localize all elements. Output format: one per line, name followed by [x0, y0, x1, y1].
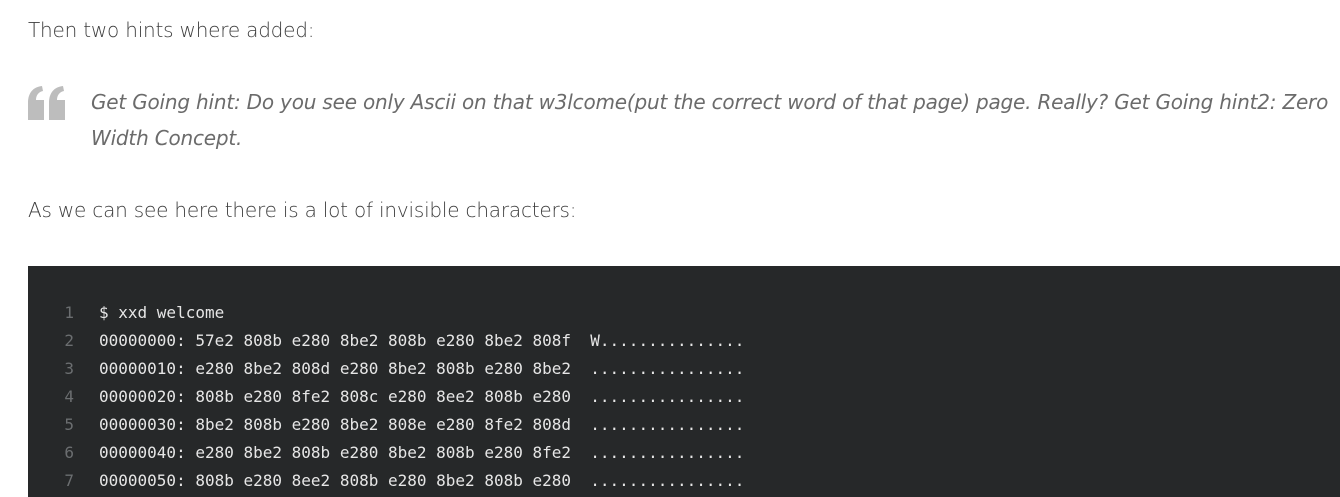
line-number: 6: [64, 443, 74, 462]
line-code: $ xxd welcome: [99, 303, 225, 322]
code-line: 6 00000040: e280 8be2 808b e280 8be2 808b…: [28, 439, 744, 467]
line-code: 00000040: e280 8be2 808b e280 8be2 808b …: [99, 443, 745, 462]
code-line: 1 $ xxd welcome: [28, 299, 744, 327]
line-number: 5: [64, 415, 74, 434]
quote-icon: [28, 86, 65, 120]
line-code: 00000050: 808b e280 8ee2 808b e280 8be2 …: [99, 471, 745, 490]
line-number: 2: [64, 331, 74, 350]
line-code: 00000030: 8be2 808b e280 8be2 808e e280 …: [99, 415, 745, 434]
code-line: 3 00000010: e280 8be2 808d e280 8be2 808b…: [28, 355, 744, 383]
intro-paragraph: Then two hints where added:: [28, 18, 315, 42]
code-line: 5 00000030: 8be2 808b e280 8be2 808e e280…: [28, 411, 744, 439]
code-lines: 1 $ xxd welcome 2 00000000: 57e2 808b e280…: [28, 299, 744, 495]
line-code: 00000010: e280 8be2 808d e280 8be2 808b …: [99, 359, 745, 378]
code-line: 2 00000000: 57e2 808b e280 8be2 808b e280…: [28, 327, 744, 355]
quote-text: Get Going hint: Do you see only Ascii on…: [91, 90, 1329, 150]
code-line: 7 00000050: 808b e280 8ee2 808b e280 8be2…: [28, 467, 744, 495]
line-number: 3: [64, 359, 74, 378]
invisible-paragraph: As we can see here there is a lot of inv…: [28, 198, 577, 222]
line-code: 00000020: 808b e280 8fe2 808c e280 8ee2 …: [99, 387, 745, 406]
code-line: 4 00000020: 808b e280 8fe2 808c e280 8ee2…: [28, 383, 744, 411]
line-number: 7: [64, 471, 74, 490]
line-number: 4: [64, 387, 74, 406]
line-number: 1: [64, 303, 74, 322]
line-code: 00000000: 57e2 808b e280 8be2 808b e280 …: [99, 331, 745, 350]
code-block: 1 $ xxd welcome 2 00000000: 57e2 808b e280…: [28, 266, 1340, 497]
